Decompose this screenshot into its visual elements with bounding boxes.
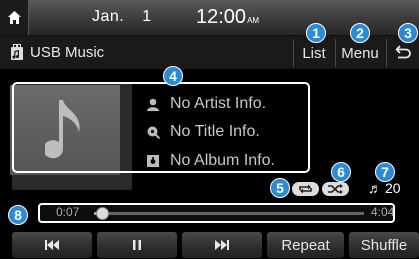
callout-badge-3: 3 bbox=[398, 23, 418, 43]
repeat-status-icon bbox=[292, 182, 319, 196]
album-name: No Album Info. bbox=[170, 152, 275, 169]
clock-ampm: AM bbox=[247, 16, 260, 25]
artist-icon bbox=[146, 97, 160, 111]
progress-track[interactable] bbox=[94, 212, 364, 215]
date-month: Jan. bbox=[92, 8, 125, 25]
title-icon bbox=[146, 125, 160, 139]
callout-badge-1: 1 bbox=[306, 23, 326, 43]
back-button[interactable] bbox=[386, 39, 419, 67]
skip-previous-icon bbox=[45, 240, 59, 250]
previous-track-button[interactable] bbox=[12, 232, 92, 258]
track-count: ♬ 20 bbox=[368, 180, 401, 196]
callout-badge-7: 7 bbox=[375, 162, 395, 182]
repeat-button[interactable]: Repeat bbox=[267, 232, 344, 258]
menu-button[interactable]: Menu bbox=[335, 39, 384, 67]
skip-next-icon bbox=[215, 240, 229, 250]
pause-icon bbox=[133, 240, 141, 250]
track-title: No Title Info. bbox=[170, 123, 260, 140]
callout-badge-5: 5 bbox=[270, 178, 290, 198]
title-row: No Title Info. bbox=[146, 123, 260, 141]
date-day: 1 bbox=[142, 8, 152, 25]
artist-row: No Artist Info. bbox=[146, 95, 266, 113]
track-count-value: 20 bbox=[385, 180, 401, 196]
shuffle-status-icon bbox=[322, 182, 349, 196]
clock-time: 12:00 bbox=[196, 6, 247, 28]
callout-badge-6: 6 bbox=[331, 162, 351, 182]
elapsed-time: 0:07 bbox=[56, 205, 80, 219]
total-time: 4:04 bbox=[371, 205, 395, 219]
callout-badge-8: 8 bbox=[8, 205, 28, 225]
home-icon bbox=[7, 11, 21, 24]
date-display: Jan. 1 bbox=[92, 8, 152, 26]
album-row: No Album Info. bbox=[146, 152, 275, 170]
progress-thumb[interactable] bbox=[96, 207, 110, 220]
source-title: USB Music bbox=[30, 44, 105, 61]
artist-name: No Artist Info. bbox=[170, 95, 267, 112]
playback-controls: Repeat Shuffle bbox=[0, 230, 419, 259]
pause-button[interactable] bbox=[97, 232, 177, 258]
back-icon bbox=[396, 45, 411, 59]
usb-music-icon bbox=[11, 44, 23, 60]
album-icon bbox=[146, 154, 160, 168]
shuffle-button[interactable]: Shuffle bbox=[349, 232, 419, 258]
track-count-note-icon: ♬ bbox=[368, 180, 382, 196]
next-track-button[interactable] bbox=[182, 232, 262, 258]
home-button[interactable] bbox=[0, 0, 29, 35]
clock: 12:00AM bbox=[196, 6, 259, 29]
callout-badge-4: 4 bbox=[163, 66, 183, 86]
callout-badge-2: 2 bbox=[350, 23, 370, 43]
list-button[interactable]: List bbox=[293, 39, 334, 67]
